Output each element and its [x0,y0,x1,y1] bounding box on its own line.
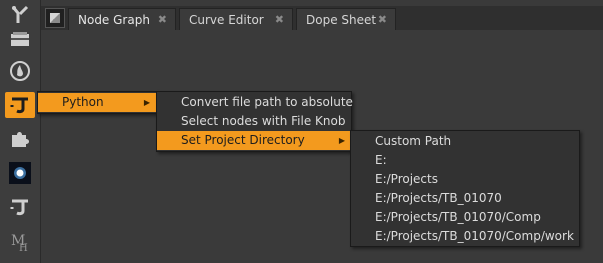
tab-label: Curve Editor [189,13,264,27]
svg-text:H: H [19,243,28,253]
mh-tool[interactable]: M H [5,228,35,254]
menu-item-label: Python [62,95,104,109]
python-tool[interactable] [5,194,35,220]
menu-item-convert-path[interactable]: Convert file path to absolute [157,93,353,112]
close-icon[interactable]: ✖ [275,9,284,31]
project-directory-submenu: Custom Path E: E:/Projects E:/Projects/T… [350,130,580,247]
menu-item-label: E:/Projects/TB_01070/Comp [375,210,541,224]
menu-item-set-project-directory[interactable]: Set Project Directory ▶ [157,131,351,150]
python-icon [10,199,28,216]
tab-label: Node Graph [78,13,150,27]
menu-item-label: E:/Projects/TB_01070 [375,191,502,205]
close-icon[interactable]: ✖ [378,9,387,31]
submenu-arrow-icon: ▶ [143,98,150,107]
menu-item-custom-path[interactable]: Custom Path [351,132,579,151]
menu-item-label: Select nodes with File Knob [181,114,346,128]
puzzle-tool[interactable] [5,126,35,152]
tab-node-graph[interactable]: Node Graph ✖ [68,8,176,30]
glow-tool[interactable] [5,160,35,186]
menu-item-path[interactable]: E:/Projects [351,170,579,189]
transform-tool[interactable] [5,2,35,28]
folder-tool[interactable] [5,26,35,52]
python-tool-active[interactable] [5,92,35,118]
glow-icon [9,162,31,184]
mh-icon: M H [11,233,28,253]
tab-curve-editor[interactable]: Curve Editor ✖ [179,8,293,30]
menu-item-path[interactable]: E: [351,151,579,170]
menu-item-path[interactable]: E:/Projects/TB_01070 [351,189,579,208]
tab-dope-sheet[interactable]: Dope Sheet ✖ [296,8,396,30]
submenu-arrow-icon: ▶ [338,136,345,145]
python-menu: Python ▶ [37,91,157,114]
flame-icon [10,61,30,81]
puzzle-icon [12,132,29,147]
menu-item-label: Set Project Directory [181,133,305,147]
python-submenu: Convert file path to absolute Select nod… [156,91,353,152]
menu-item-label: Custom Path [375,134,452,148]
python-icon [10,97,28,114]
pane-menu-icon[interactable] [45,8,65,28]
left-toolbar: M H [0,0,41,263]
menu-item-python[interactable]: Python ▶ [38,93,156,112]
menu-item-path[interactable]: E:/Projects/TB_01070/Comp/work [351,227,579,246]
tab-label: Dope Sheet [306,13,377,27]
menu-item-label: Convert file path to absolute [181,95,353,109]
menu-item-select-file-knob[interactable]: Select nodes with File Knob [157,112,351,131]
flame-tool[interactable] [5,58,35,84]
close-icon[interactable]: ✖ [158,9,167,31]
transform-icon [11,5,29,23]
menu-item-label: E: [375,153,387,167]
folder-icon [11,32,29,46]
menu-item-label: E:/Projects [375,172,438,186]
menu-item-label: E:/Projects/TB_01070/Comp/work [375,229,574,243]
menu-item-path[interactable]: E:/Projects/TB_01070/Comp [351,208,579,227]
